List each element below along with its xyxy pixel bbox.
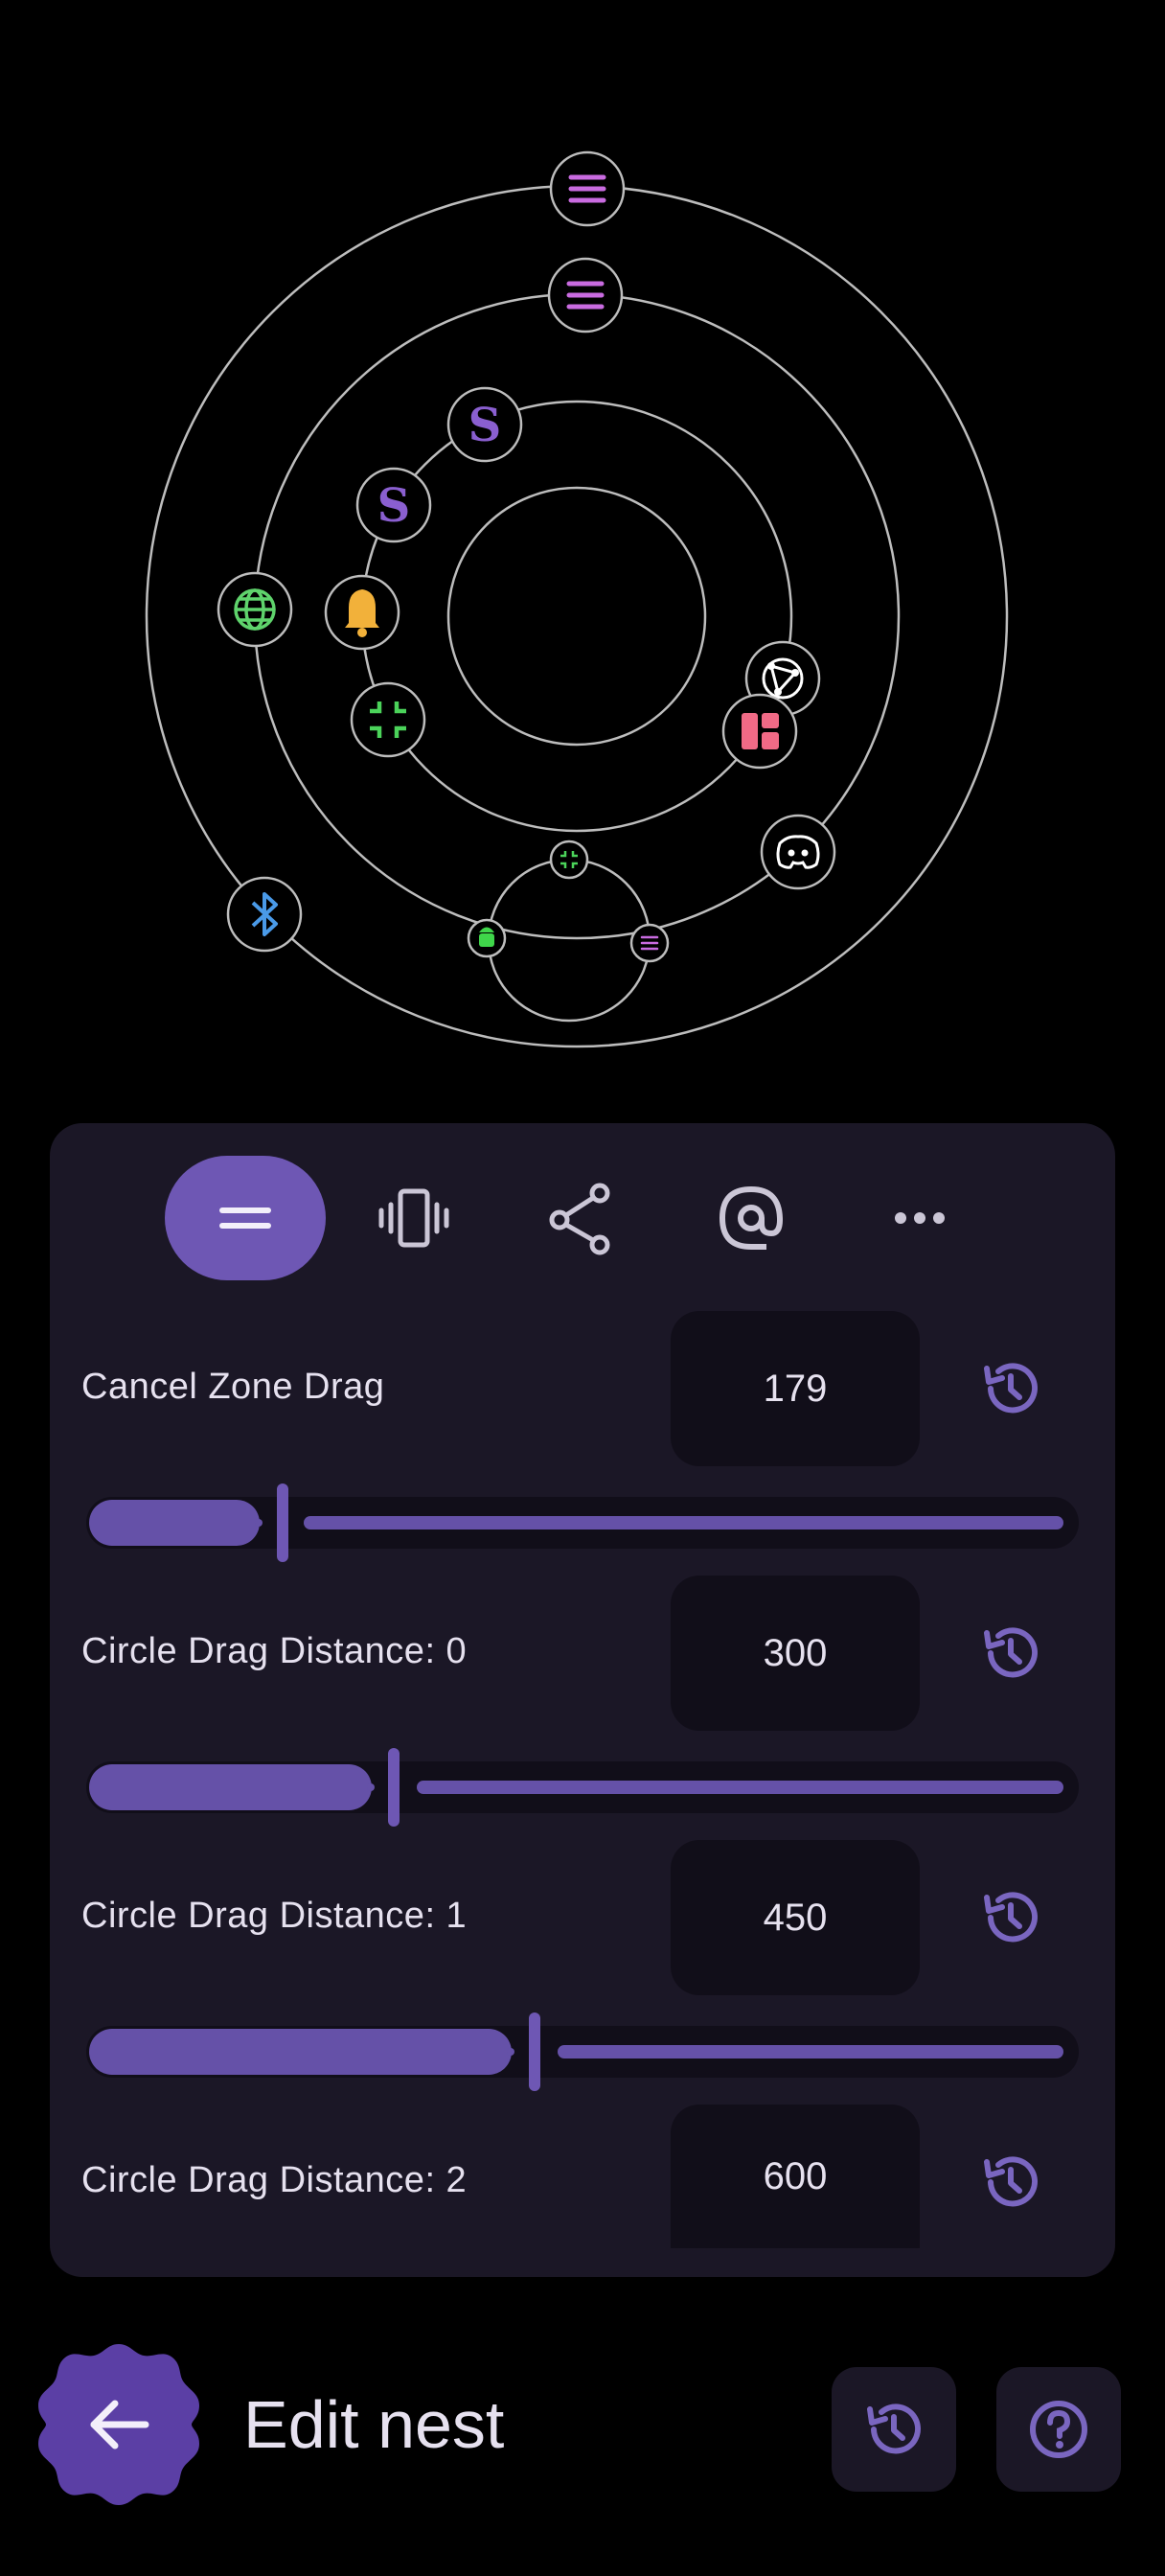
globe-icon[interactable]: [217, 571, 293, 648]
nest-preview: S S: [145, 150, 1009, 1048]
svg-text:S: S: [468, 399, 502, 452]
small-menu-icon[interactable]: [629, 923, 670, 963]
vibration-icon: [378, 1188, 449, 1248]
setting-label-circle-0: Circle Drag Distance: 0: [81, 1631, 468, 1671]
help-icon: [1030, 2401, 1087, 2458]
history-icon[interactable]: [977, 1884, 1044, 1951]
tab-menu[interactable]: [165, 1156, 326, 1280]
value-field[interactable]: 600: [671, 2104, 920, 2248]
tab-vibration[interactable]: [333, 1156, 494, 1280]
tab-target[interactable]: [671, 1156, 832, 1280]
at-target-icon: [719, 1185, 784, 1250]
value-field[interactable]: 300: [671, 1576, 920, 1731]
history-button[interactable]: [832, 2367, 956, 2492]
setting-label-circle-1: Circle Drag Distance: 1: [81, 1896, 468, 1936]
menu-lines-icon[interactable]: [547, 257, 624, 334]
dragon-app-icon-2[interactable]: S: [355, 467, 432, 543]
history-icon[interactable]: [977, 2149, 1044, 2216]
more-horizontal-icon: [895, 1212, 945, 1224]
tab-share[interactable]: [502, 1156, 663, 1280]
small-shrink-icon[interactable]: [549, 840, 589, 880]
share-icon: [549, 1183, 610, 1255]
bluetooth-icon[interactable]: [226, 876, 303, 953]
value-field[interactable]: 179: [671, 1311, 920, 1466]
circle-drag-distance-1-slider[interactable]: [86, 2012, 1079, 2091]
value-field[interactable]: 450: [671, 1840, 920, 1995]
settings-panel: 179 300 450 600 Cancel Zone Drag Circle …: [50, 1123, 1115, 2277]
history-icon[interactable]: [977, 1355, 1044, 1422]
svg-text:S: S: [377, 479, 411, 533]
widget-icon[interactable]: [721, 693, 798, 770]
tab-bar: [50, 1123, 1115, 1313]
shrink-icon[interactable]: [350, 681, 426, 758]
bell-icon[interactable]: [324, 574, 400, 651]
circle-drag-distance-0-slider[interactable]: [86, 1748, 1079, 1827]
android-icon[interactable]: [467, 918, 507, 958]
setting-label-circle-2: Circle Drag Distance: 2: [81, 2160, 468, 2200]
menu-lines-icon-outer[interactable]: [549, 150, 626, 227]
help-button[interactable]: [996, 2367, 1121, 2492]
menu-icon: [219, 1208, 271, 1229]
history-icon: [867, 2404, 921, 2454]
history-icon[interactable]: [977, 1620, 1044, 1687]
discord-icon[interactable]: [760, 814, 836, 890]
cancel-zone-drag-slider[interactable]: [86, 1484, 1079, 1562]
setting-label-cancel-zone: Cancel Zone Drag: [81, 1367, 385, 1407]
tab-more[interactable]: [839, 1156, 1000, 1280]
page-title: Edit nest: [243, 2387, 505, 2462]
back-button[interactable]: [34, 2340, 203, 2509]
dragon-app-icon[interactable]: S: [446, 386, 523, 463]
